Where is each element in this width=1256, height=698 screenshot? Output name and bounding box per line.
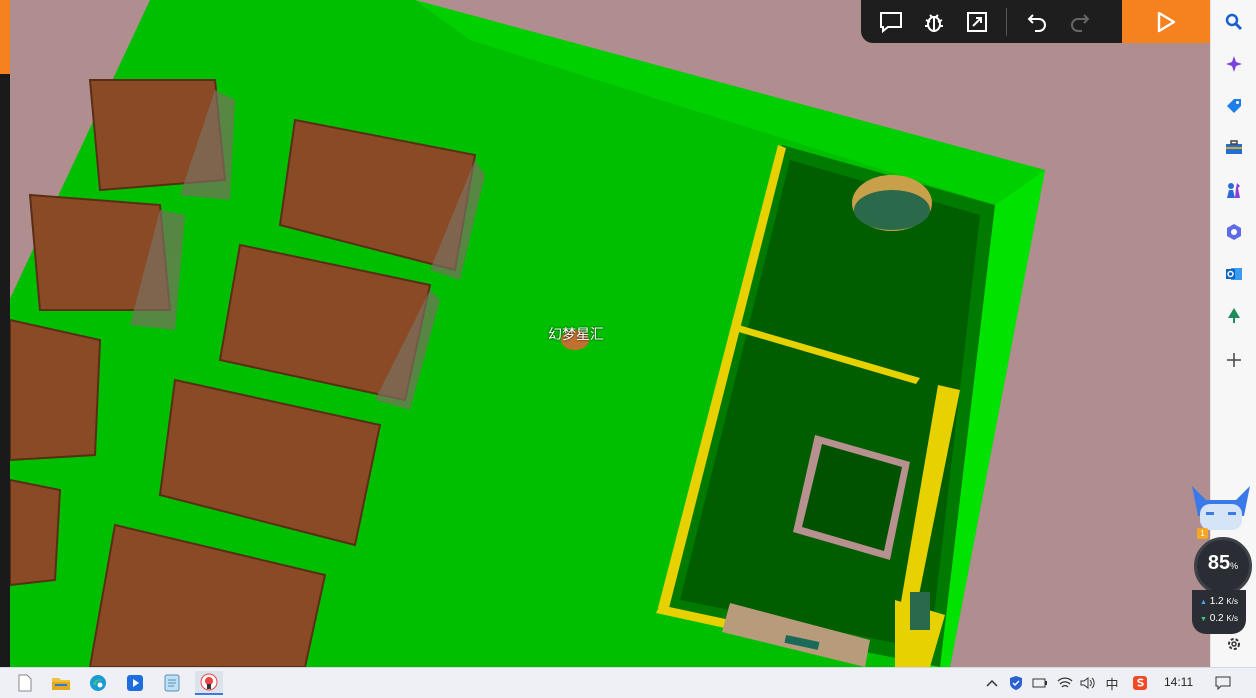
usage-gauge: 85% [1194,537,1252,595]
network-monitor-widget[interactable]: 1 85% ▲ 1.2 K/s ▼ 0.2 K/s [1192,486,1252,638]
upload-speed: ▲ 1.2 K/s [1200,596,1238,607]
chess-icon[interactable] [1222,178,1246,202]
voxel-world [0,0,1045,667]
run-button[interactable] [1122,0,1210,43]
toolbox-icon[interactable] [1222,136,1246,160]
ime-indicator[interactable]: 中 [1103,674,1121,692]
tree-icon[interactable] [1222,304,1246,328]
usage-percent: 85 [1207,552,1231,574]
play-icon [1157,11,1176,32]
left-edge-panel [0,0,10,667]
windows-taskbar: 中 14:11 [0,667,1256,698]
edge-icon[interactable] [84,671,112,695]
sogou-icon[interactable] [1131,674,1149,692]
copilot-sparkle-icon[interactable] [1222,52,1246,76]
search-icon[interactable] [1222,10,1246,34]
volume-icon[interactable] [1079,674,1097,692]
redo-icon[interactable] [1058,0,1101,43]
tag-icon[interactable] [1222,94,1246,118]
outlook-icon[interactable] [1222,262,1246,286]
taskbar-clock[interactable]: 14:11 [1164,675,1193,689]
game-app-icon[interactable] [195,671,223,695]
file-icon[interactable] [11,671,39,695]
notepad-icon[interactable] [158,671,186,695]
toolbar-separator [1006,7,1007,36]
add-icon[interactable] [1222,348,1246,372]
undo-icon[interactable] [1015,0,1058,43]
bug-icon[interactable] [912,0,955,43]
game-viewport[interactable]: 幻梦星汇 [0,0,1210,667]
expand-icon[interactable] [955,0,998,43]
office-icon[interactable] [1222,220,1246,244]
download-speed: ▼ 0.2 K/s [1200,613,1238,624]
usage-percent-unit: % [1230,561,1239,571]
player-nameplate: 幻梦星汇 [548,327,604,343]
editor-toolbar [861,0,1210,43]
chevron-up-icon[interactable] [983,674,1001,692]
wifi-icon[interactable] [1056,674,1074,692]
speed-panel: ▲ 1.2 K/s ▼ 0.2 K/s [1192,590,1246,634]
video-app-icon[interactable] [121,671,149,695]
comment-icon[interactable] [869,0,912,43]
notification-icon[interactable] [1214,674,1232,692]
battery-icon[interactable] [1031,674,1049,692]
notification-badge: 1 [1197,528,1208,539]
file-explorer-icon[interactable] [47,671,75,695]
shield-icon[interactable] [1007,674,1025,692]
